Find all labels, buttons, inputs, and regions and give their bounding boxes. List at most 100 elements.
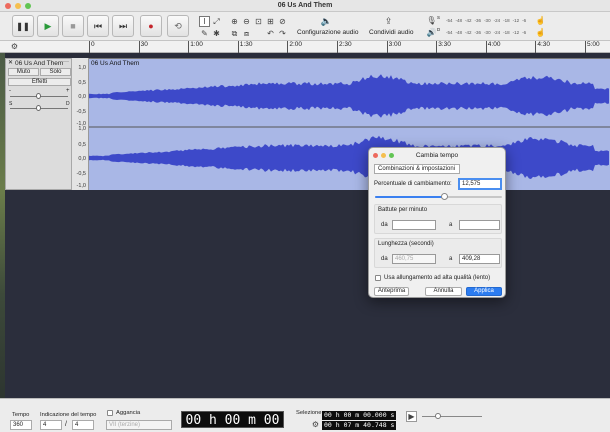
ruler-tick: 4:30 <box>535 41 551 53</box>
meter-tick: -24 <box>493 17 501 23</box>
skip-start-button[interactable]: ⏮ <box>87 15 109 37</box>
cancel-button[interactable]: Annulla <box>425 287 462 296</box>
ruler-tick: 30 <box>138 41 148 53</box>
redo-icon[interactable]: ↷ <box>277 28 288 39</box>
playback-speed-slider[interactable] <box>422 416 482 417</box>
track-control-panel[interactable]: ✕ 06 Us And Them ··· Muto Solo Effetti -… <box>5 58 72 190</box>
play-button[interactable]: ▶ <box>37 15 59 37</box>
selection-settings-icon[interactable]: ⚙ <box>310 419 321 430</box>
window-title: 06 Us And Them <box>277 2 333 9</box>
length-from-label: da <box>381 256 388 262</box>
playback-meter-hand-icon[interactable]: ☝ <box>535 27 546 38</box>
snap-dropdown[interactable]: VII (terzine) <box>106 420 172 430</box>
record-button[interactable]: ● <box>140 15 162 37</box>
bpm-from-input[interactable] <box>392 220 436 230</box>
playback-meter[interactable]: -54 -48 -42 -36 -30 -24 -18 -12 -6 <box>446 27 526 37</box>
undo-icon[interactable]: ↶ <box>265 28 276 39</box>
fit-selection-icon[interactable]: ⊡ <box>253 16 264 27</box>
length-to-input[interactable]: 409,28 <box>459 254 500 264</box>
speaker-icon[interactable]: 🔈 <box>321 16 332 27</box>
silence-icon[interactable]: ⧈ <box>241 28 252 39</box>
pause-icon: ❚❚ <box>16 21 30 31</box>
meter-tick: -48 <box>455 29 463 35</box>
bpm-from-label: da <box>381 222 388 228</box>
solo-button[interactable]: Solo <box>40 68 71 76</box>
loop-button[interactable]: ⟲ <box>167 15 189 37</box>
play-at-speed-icon[interactable]: ▶ <box>406 411 417 422</box>
snap-checkbox[interactable] <box>107 410 113 416</box>
loop-icon: ⟲ <box>174 20 182 31</box>
track-menu-icon[interactable]: ··· <box>63 59 69 65</box>
ruler-tick: 2:00 <box>287 41 303 53</box>
share-audio-button[interactable]: Condividi audio <box>369 29 413 36</box>
mute-button[interactable]: Muto <box>8 68 39 76</box>
preview-button[interactable]: Anteprima <box>374 287 409 296</box>
bpm-to-label: a <box>449 222 453 228</box>
fit-project-icon[interactable]: ⊞ <box>265 16 276 27</box>
amplitude-scale: 1,0 0,5 0,0 -0,5 -1,0 1,0 0,5 0,0 -0,5 -… <box>72 58 89 190</box>
track-name[interactable]: 06 Us And Them <box>15 60 63 67</box>
time-signature-numerator[interactable]: 4 <box>40 420 62 430</box>
zoom-in-icon[interactable]: ⊕ <box>229 16 240 27</box>
tempo-input[interactable]: 360 <box>10 420 32 430</box>
pan-left-label: S <box>9 101 13 107</box>
meter-tick: -36 <box>474 29 482 35</box>
percent-change-slider-thumb[interactable] <box>440 193 448 200</box>
mic-icon: 🎙 <box>426 16 437 25</box>
skip-end-icon: ⏭ <box>118 20 128 31</box>
zoom-out-icon[interactable]: ⊖ <box>241 16 252 27</box>
audio-setup-button[interactable]: Configurazione audio <box>297 29 358 36</box>
high-quality-checkbox[interactable] <box>375 275 381 281</box>
draw-tool-icon[interactable]: ✎ <box>199 28 210 39</box>
gain-slider-thumb[interactable] <box>36 93 41 99</box>
time-signature-denominator[interactable]: 4 <box>72 420 94 430</box>
selection-tool-icon[interactable]: I <box>199 16 210 27</box>
record-meter-hand-icon[interactable]: ☝ <box>535 15 546 26</box>
meter-tick: -12 <box>512 17 520 23</box>
bpm-to-input[interactable] <box>459 220 500 230</box>
close-track-icon[interactable]: ✕ <box>8 59 13 66</box>
effects-button[interactable]: Effetti <box>8 78 71 86</box>
record-meter[interactable]: -54 -48 -42 -36 -30 -24 -18 -12 -6 <box>446 15 526 25</box>
percent-change-label: Percentuale di cambiamento: <box>374 181 452 187</box>
pause-button[interactable]: ❚❚ <box>12 15 34 37</box>
scale-lower-0: 1,0 <box>78 126 86 132</box>
selection-start-time[interactable]: 00 h 00 m 00.000 s <box>322 411 396 420</box>
title-bar: 06 Us And Them <box>0 0 610 12</box>
speaker-out-icon: 🔊 <box>426 28 437 37</box>
ruler-tick: 3:00 <box>386 41 402 53</box>
time-signature-separator: / <box>65 421 67 428</box>
ruler-tick: 2:30 <box>337 41 352 53</box>
skip-end-button[interactable]: ⏭ <box>112 15 134 37</box>
share-icon[interactable]: ⇪ <box>383 16 394 27</box>
waveform-display[interactable] <box>89 59 610 191</box>
empty-track-area[interactable] <box>0 190 610 398</box>
meter-tick: -6 <box>522 29 527 35</box>
scale-upper-2: 0,0 <box>78 94 86 100</box>
time-signature-label: Indicazione del tempo <box>40 412 97 418</box>
meter-tick: -42 <box>465 17 472 23</box>
meter-tick: -12 <box>512 29 520 35</box>
gain-plus-label: + <box>66 88 70 94</box>
waveform-area[interactable]: 06 Us And Them <box>89 58 610 190</box>
apply-button[interactable]: Applica <box>466 287 502 296</box>
selection-end-time[interactable]: 00 h 07 m 40.748 s <box>322 421 396 430</box>
percent-change-input[interactable]: 12,575 <box>458 178 502 190</box>
gain-minus-label: - <box>9 88 11 94</box>
presets-button[interactable]: Combinazioni & impostazioni <box>374 164 460 174</box>
scale-lower-1: 0,5 <box>78 142 86 148</box>
ruler-tick: 3:30 <box>436 41 451 53</box>
pan-slider-thumb[interactable] <box>36 105 41 111</box>
dialog-title: Cambia tempo <box>415 152 459 159</box>
playback-speed-thumb[interactable] <box>435 413 441 419</box>
stop-button[interactable]: ■ <box>62 15 84 37</box>
time-display[interactable]: 00 h 00 m 00 s <box>181 411 284 432</box>
waveform-left-channel <box>89 74 609 118</box>
record-icon: ● <box>148 21 154 31</box>
envelope-tool-icon[interactable]: ⤢ <box>211 16 222 27</box>
multi-tool-icon[interactable]: ✱ <box>211 28 222 39</box>
zoom-toggle-icon[interactable]: ⊘ <box>277 16 288 27</box>
trim-icon[interactable]: ⧉ <box>229 28 240 39</box>
timeline-settings-icon[interactable]: ⚙ <box>9 41 20 52</box>
timeline-ruler[interactable]: ⚙ 0 30 1:00 1:30 2:00 2:30 3:00 3:30 4:00 4:30 5:0… <box>0 41 610 53</box>
